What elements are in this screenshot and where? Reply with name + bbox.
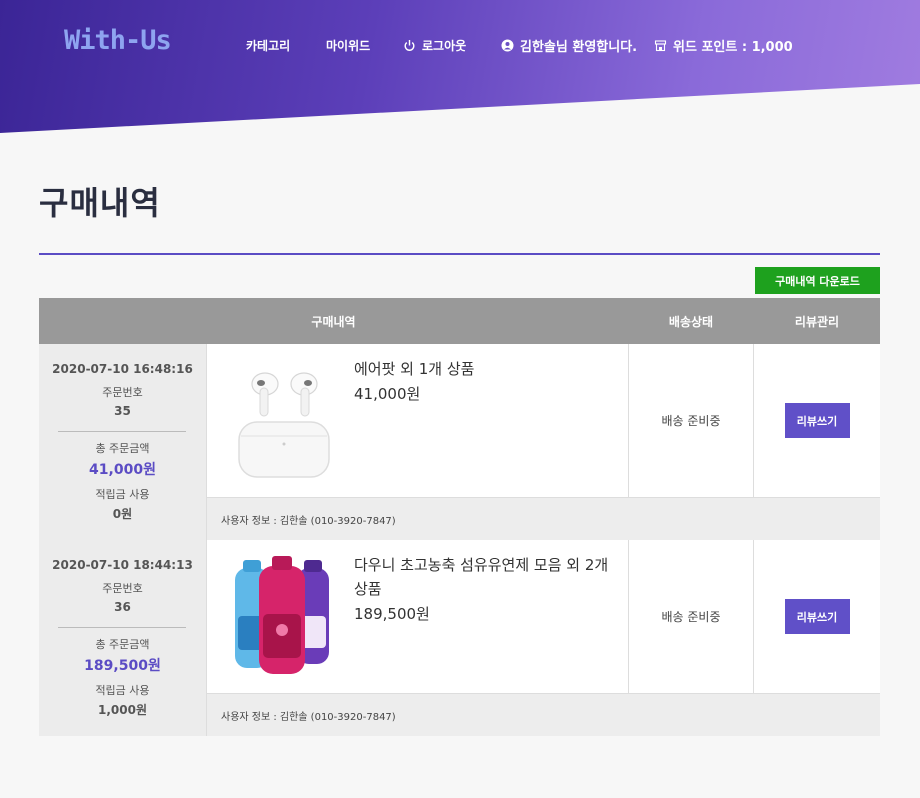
logo[interactable]: With-Us [64,25,172,56]
power-icon [403,39,416,52]
welcome-text: 김한솔님 환영합니다. [520,40,638,55]
page-title: 구매내역 [39,184,161,222]
header-banner [0,0,920,133]
order-detail: 다우니 초고농축 섬유유연제 모음 외 2개 상품 189,500원 배송 준비… [207,540,880,693]
order-detail: 에어팟 외 1개 상품 41,000원 배송 준비중 리뷰쓰기 [207,344,880,497]
order-date: 2020-07-10 18:44:13 [52,558,193,572]
welcome-message: 김한솔님 환영합니다. [501,36,637,55]
header-status: 배송상태 [668,314,714,329]
summary-divider [58,431,186,432]
order-row: 2020-07-10 16:48:16 주문번호 35 총 주문금액 41,00… [39,344,880,540]
nav-category[interactable]: 카테고리 [246,37,290,54]
product-thumbnail-downy[interactable] [221,554,346,679]
delivery-status: 배송 준비중 [628,344,754,497]
header-purchase: 구매내역 [311,314,356,329]
points-display[interactable]: 위드 포인트 : 1,000 [654,36,793,55]
nav-logout-label: 로그아웃 [422,39,467,53]
summary-divider [58,627,186,628]
total-label: 총 주문금액 [95,638,150,651]
write-review-button[interactable]: 리뷰쓰기 [784,403,850,438]
table-header: 구매내역 배송상태 리뷰관리 [39,298,880,344]
product-thumbnail-airpods[interactable] [221,358,346,483]
product-name[interactable]: 에어팟 외 1개 상품 [354,357,614,381]
nav-myweed[interactable]: 마이위드 [326,37,370,54]
total-label: 총 주문금액 [95,442,150,455]
nav-category-label: 카테고리 [246,39,291,53]
nav-myweed-label: 마이위드 [326,39,371,53]
title-divider [39,253,880,255]
order-summary: 2020-07-10 16:48:16 주문번호 35 총 주문금액 41,00… [39,344,207,540]
delivery-status-text: 배송 준비중 [661,414,721,428]
review-cell: 리뷰쓰기 [754,540,880,693]
user-info: 사용자 정보 : 김한솔 (010-3920-7847) [207,693,880,736]
points-text: 위드 포인트 : 1,000 [673,40,793,55]
order-table: 구매내역 배송상태 리뷰관리 2020-07-10 16:48:16 주문번호 … [39,298,880,736]
order-summary: 2020-07-10 18:44:13 주문번호 36 총 주문금액 189,5… [39,540,207,736]
points-used: 0원 [112,507,133,521]
store-icon [654,39,667,52]
total-amount: 41,000원 [89,462,156,478]
product-price: 41,000원 [354,385,421,403]
order-no: 36 [114,600,131,614]
product-name[interactable]: 다우니 초고농축 섬유유연제 모음 외 2개 상품 [354,553,614,601]
order-row: 2020-07-10 18:44:13 주문번호 36 총 주문금액 189,5… [39,540,880,736]
delivery-status-text: 배송 준비중 [661,610,721,624]
order-no: 35 [114,404,131,418]
user-info-text: 사용자 정보 : 김한솔 (010-3920-7847) [221,711,396,723]
order-no-label: 주문번호 [102,582,143,595]
user-info-text: 사용자 정보 : 김한솔 (010-3920-7847) [221,515,396,527]
points-used-label: 적립금 사용 [95,488,150,501]
nav-logout[interactable]: 로그아웃 [403,37,466,54]
total-amount: 189,500원 [84,658,161,674]
points-used: 1,000원 [98,703,147,717]
header-review: 리뷰관리 [794,314,840,329]
user-icon [501,39,514,52]
download-button[interactable]: 구매내역 다운로드 [755,267,880,294]
write-review-button[interactable]: 리뷰쓰기 [784,599,850,634]
order-date: 2020-07-10 16:48:16 [52,362,193,376]
user-info: 사용자 정보 : 김한솔 (010-3920-7847) [207,497,880,540]
order-no-label: 주문번호 [102,386,143,399]
points-used-label: 적립금 사용 [95,684,150,697]
delivery-status: 배송 준비중 [628,540,754,693]
product-price: 189,500원 [354,605,430,623]
review-cell: 리뷰쓰기 [754,344,880,497]
